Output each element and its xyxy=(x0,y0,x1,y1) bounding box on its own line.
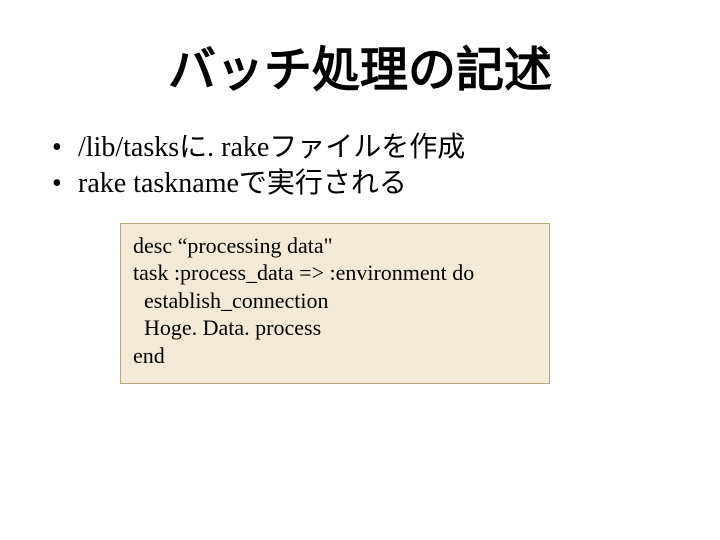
code-block: desc “processing data" task :process_dat… xyxy=(120,223,550,385)
bullet-item: /lib/tasksに. rakeファイルを作成 xyxy=(50,130,680,166)
slide-title: バッチ処理の記述 xyxy=(40,30,680,100)
bullet-item: rake tasknameで実行される xyxy=(50,166,680,202)
slide: バッチ処理の記述 /lib/tasksに. rakeファイルを作成 rake t… xyxy=(0,0,720,540)
bullet-list: /lib/tasksに. rakeファイルを作成 rake tasknameで実… xyxy=(40,130,680,203)
